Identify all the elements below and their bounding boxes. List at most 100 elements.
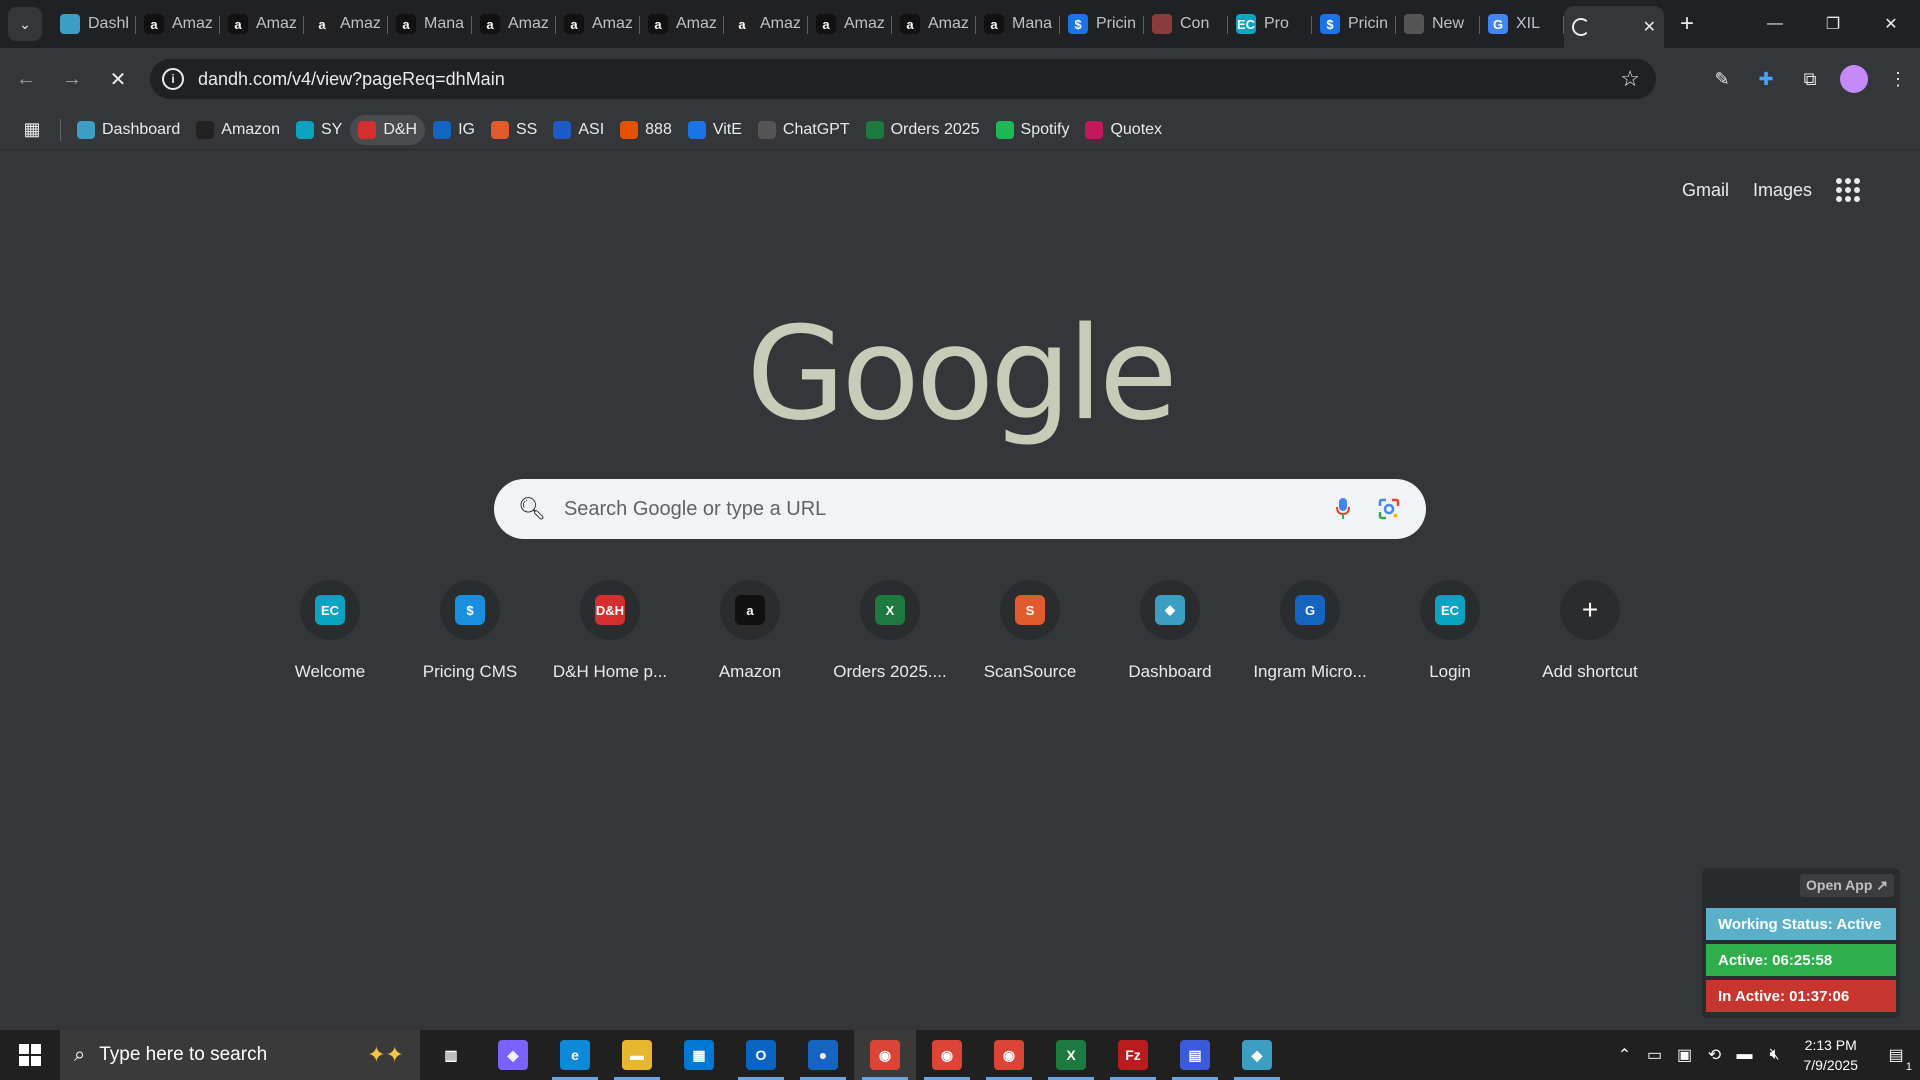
tab[interactable]: a Amazon <box>892 6 976 42</box>
bookmark-item[interactable]: ASI <box>545 115 612 145</box>
tab[interactable]: a Amazon <box>304 6 388 42</box>
tab[interactable]: $ Pricing <box>1060 6 1144 42</box>
taskbar-app-filezilla[interactable]: Fz <box>1102 1030 1164 1080</box>
bookmark-item[interactable]: Amazon <box>188 115 288 145</box>
notification-count: 1 <box>1905 1061 1912 1073</box>
minimize-button[interactable]: — <box>1746 0 1804 48</box>
tab[interactable]: New <box>1396 6 1480 42</box>
tab[interactable]: a Amazon <box>640 6 724 42</box>
stop-button[interactable]: ✕ <box>98 59 138 99</box>
taskbar-clock[interactable]: 2:13 PM 7/9/2025 <box>1804 1035 1859 1075</box>
search-box[interactable]: 🔍︎ <box>494 479 1426 539</box>
open-app-button[interactable]: Open App ↗ <box>1800 874 1894 897</box>
bookmark-favicon-icon <box>865 120 884 139</box>
site-info-icon[interactable]: i <box>162 68 184 90</box>
shortcut-tile[interactable]: X Orders 2025.... <box>820 580 960 682</box>
show-hidden-icons-icon[interactable]: ⌃ <box>1610 1045 1640 1065</box>
tab[interactable]: a Amazon <box>724 6 808 42</box>
address-url[interactable]: dandh.com/v4/view?pageReq=dhMain <box>198 69 505 90</box>
taskbar-app-store[interactable]: ▦ <box>668 1030 730 1080</box>
taskbar-app-outlook[interactable]: O <box>730 1030 792 1080</box>
start-button[interactable] <box>0 1030 60 1080</box>
taskbar-app-chrome-2[interactable]: ◉ <box>916 1030 978 1080</box>
bookmark-item[interactable]: D&H <box>350 114 426 145</box>
bookmark-item[interactable]: ChatGPT <box>750 115 858 145</box>
bookmark-item[interactable]: SS <box>483 115 545 145</box>
shortcut-tile[interactable]: S ScanSource <box>960 580 1100 682</box>
bookmark-item[interactable]: SY <box>288 115 350 145</box>
close-icon[interactable]: ✕ <box>1643 17 1656 37</box>
address-bar[interactable]: i dandh.com/v4/view?pageReq=dhMain ☆ <box>150 59 1656 99</box>
microphone-icon[interactable] <box>1336 498 1350 520</box>
bookmark-item[interactable]: Dashboard <box>69 115 188 145</box>
tab[interactable]: a Manage <box>976 6 1060 42</box>
tab[interactable]: a Amazon <box>472 6 556 42</box>
bookmark-label: IG <box>458 120 475 138</box>
extension-puzzle-blue-icon[interactable]: ✚ <box>1744 57 1788 101</box>
taskbar-app-copilot[interactable]: ◈ <box>482 1030 544 1080</box>
bookmark-item[interactable]: 888 <box>612 115 680 145</box>
profile-avatar[interactable] <box>1832 57 1876 101</box>
shortcut-tile[interactable]: a Amazon <box>680 580 820 682</box>
tab[interactable]: Con <box>1144 6 1228 42</box>
bookmark-favicon-icon <box>433 120 452 139</box>
search-input[interactable] <box>563 497 1324 521</box>
onedrive-sync-icon[interactable]: ⟲ <box>1700 1045 1730 1065</box>
images-link[interactable]: Images <box>1753 180 1812 201</box>
menu-kebab-icon[interactable]: ⋮ <box>1876 57 1920 101</box>
taskbar-app-chrome[interactable]: ◉ <box>854 1030 916 1080</box>
network-icon[interactable]: ▭ <box>1640 1045 1670 1065</box>
gmail-link[interactable]: Gmail <box>1682 180 1729 201</box>
taskbar-app-calendar[interactable]: ● <box>792 1030 854 1080</box>
tab-active[interactable]: ✕ <box>1564 6 1664 48</box>
notifications-icon[interactable]: ▤ 1 <box>1872 1045 1920 1073</box>
bookmark-label: Orders 2025 <box>890 120 980 138</box>
taskbar-app-dashboard-app[interactable]: ◆ <box>1226 1030 1288 1080</box>
tab-search-button[interactable]: ⌄ <box>8 7 42 41</box>
shortcut-icon-circle: S <box>1000 580 1060 640</box>
tab[interactable]: a Amazon <box>136 6 220 42</box>
back-button[interactable]: ← <box>6 59 46 99</box>
taskbar-app-chrome-3[interactable]: ◉ <box>978 1030 1040 1080</box>
bookmark-item[interactable]: IG <box>425 115 483 145</box>
taskbar-app-calculator[interactable]: ▤ <box>1164 1030 1226 1080</box>
shortcut-tile[interactable]: $ Pricing CMS <box>400 580 540 682</box>
bookmark-item[interactable]: Spotify <box>988 115 1078 145</box>
taskbar-search[interactable]: ⌕ Type here to search ✦✦ <box>60 1030 420 1080</box>
shortcut-tile[interactable]: D&H D&H Home p... <box>540 580 680 682</box>
bookmark-item[interactable]: VitE <box>680 115 750 145</box>
tab[interactable]: a Manage <box>388 6 472 42</box>
tab[interactable]: $ Pricing <box>1312 6 1396 42</box>
tab[interactable]: Dashboard <box>52 6 136 42</box>
apps-grid-icon[interactable]: ▦ <box>12 115 52 145</box>
new-tab-button[interactable]: + <box>1672 9 1702 39</box>
extension-feather-icon[interactable]: ✎ <box>1700 57 1744 101</box>
google-apps-icon[interactable] <box>1836 178 1860 202</box>
shortcut-tile[interactable]: ◆ Dashboard <box>1100 580 1240 682</box>
volume-muted-icon[interactable]: 🔇︎ <box>1760 1046 1790 1064</box>
bookmark-item[interactable]: Quotex <box>1077 115 1170 145</box>
shortcut-tile[interactable]: + Add shortcut <box>1520 580 1660 682</box>
taskbar-app-edge[interactable]: e <box>544 1030 606 1080</box>
shortcut-tile[interactable]: EC Login <box>1380 580 1520 682</box>
tab[interactable]: a Amazon <box>556 6 640 42</box>
restore-button[interactable]: ❐ <box>1804 0 1862 48</box>
clock-date: 7/9/2025 <box>1803 1057 1859 1073</box>
extensions-icon[interactable]: ⧉ <box>1788 57 1832 101</box>
tab[interactable]: G XIL <box>1480 6 1564 42</box>
tab[interactable]: a Amazon <box>808 6 892 42</box>
close-window-button[interactable]: ✕ <box>1862 0 1920 48</box>
shortcut-tile[interactable]: EC Welcome <box>260 580 400 682</box>
tab[interactable]: EC Pro <box>1228 6 1312 42</box>
taskbar-app-file-explorer[interactable]: ▬ <box>606 1030 668 1080</box>
bookmark-star-icon[interactable]: ☆ <box>1620 66 1640 92</box>
tab[interactable]: a Amazon <box>220 6 304 42</box>
forward-button[interactable]: → <box>52 59 92 99</box>
taskbar-app-task-view[interactable]: ▥ <box>420 1030 482 1080</box>
meet-now-icon[interactable]: ▣ <box>1670 1045 1700 1065</box>
bookmark-item[interactable]: Orders 2025 <box>858 115 988 145</box>
battery-icon[interactable]: ▬ <box>1730 1046 1760 1064</box>
shortcut-tile[interactable]: G Ingram Micro... <box>1240 580 1380 682</box>
google-lens-icon[interactable] <box>1378 498 1400 520</box>
taskbar-app-excel[interactable]: X <box>1040 1030 1102 1080</box>
